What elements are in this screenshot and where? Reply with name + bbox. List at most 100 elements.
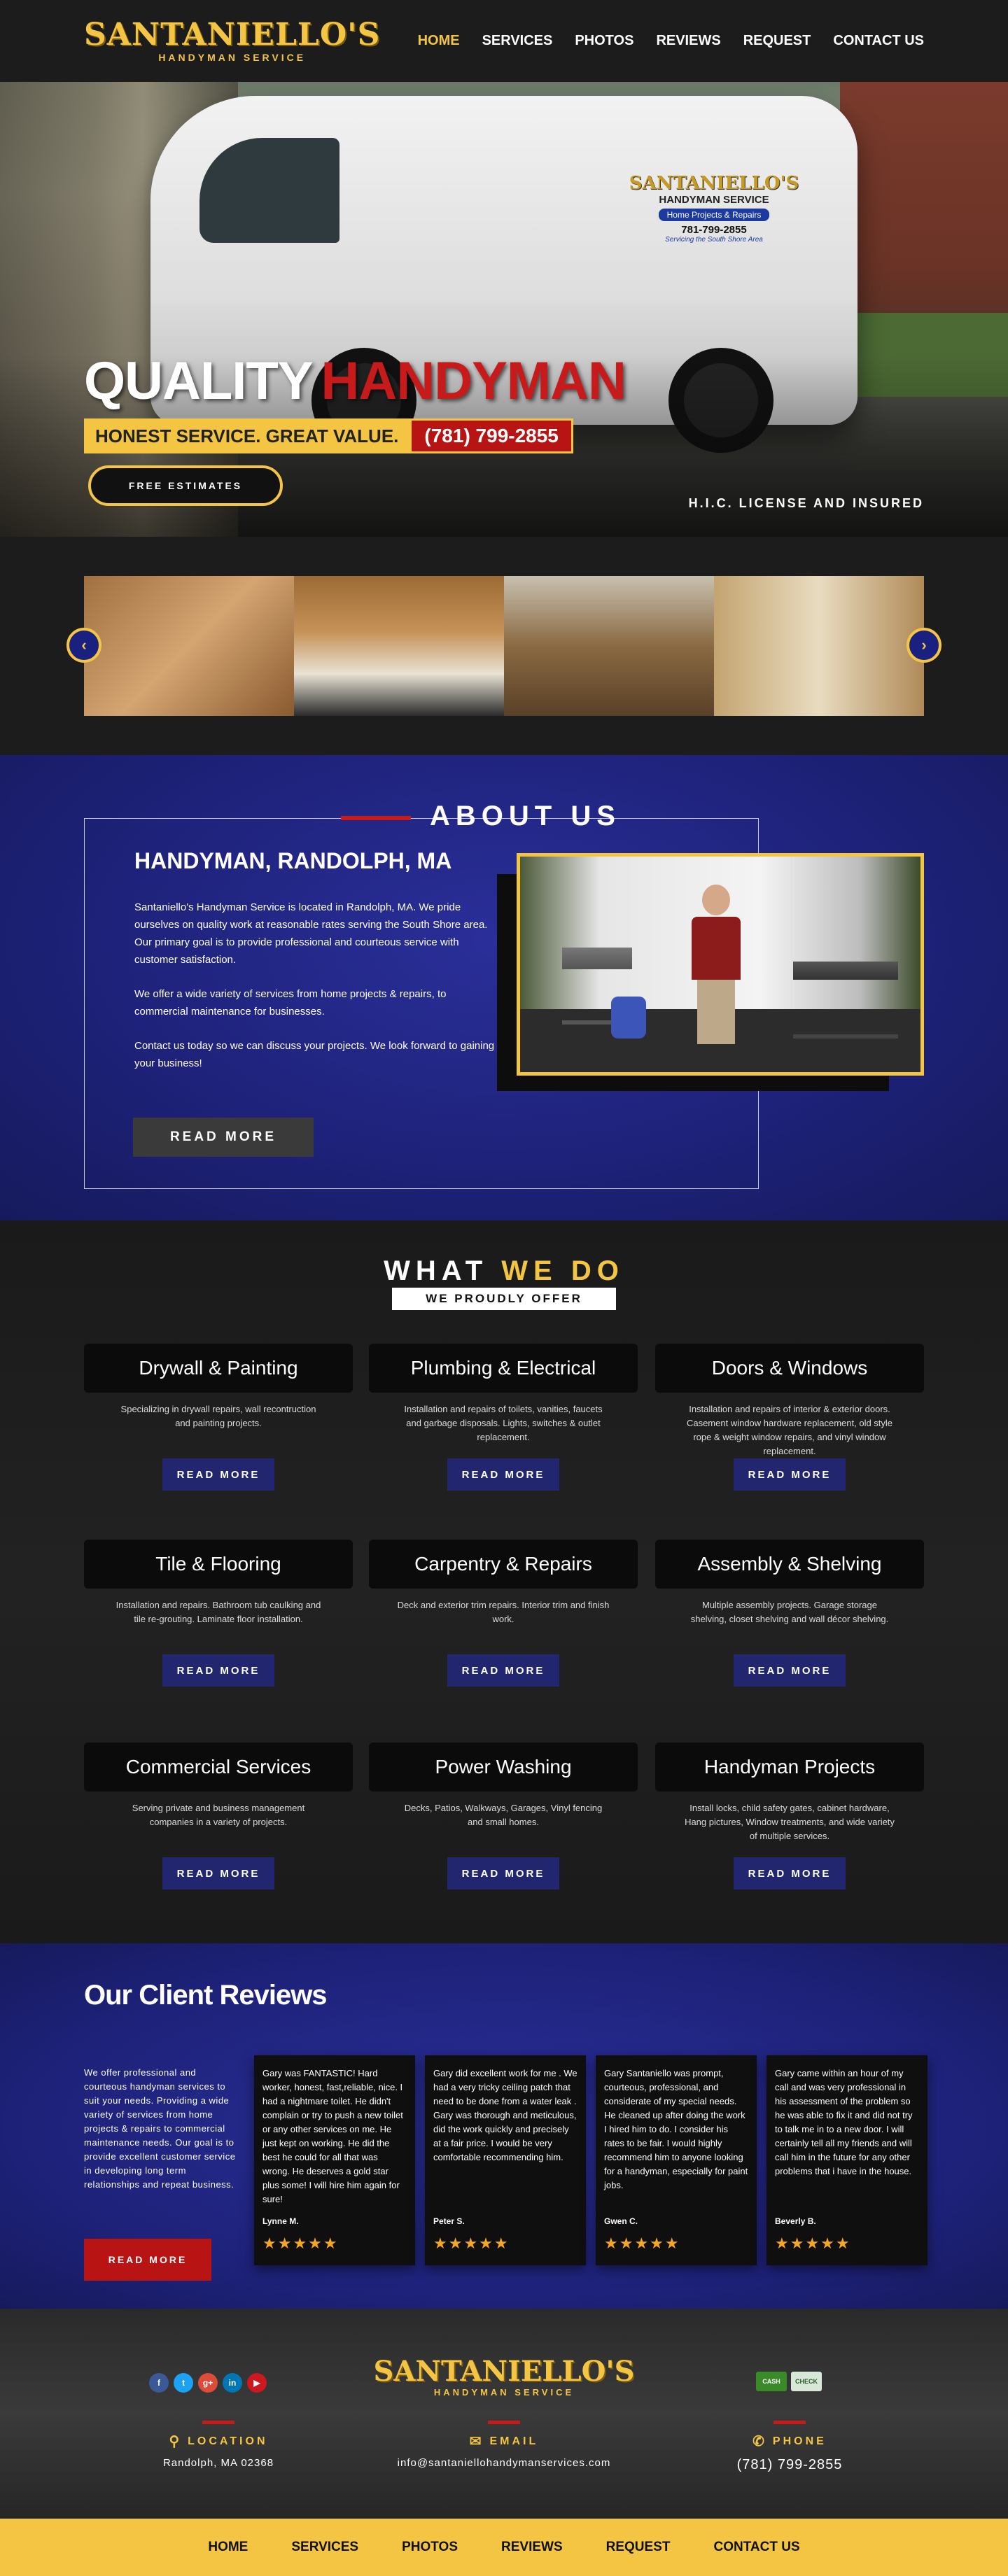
about-paragraph: Santaniello's Handyman Service is locate…: [134, 901, 488, 966]
footer-nav-services[interactable]: SERVICES: [291, 2540, 358, 2555]
hero-banner: SANTANIELLO'S HANDYMAN SERVICE Home Proj…: [0, 82, 1008, 537]
cash-icon: CASH: [756, 2372, 787, 2391]
email-label-text: EMAIL: [489, 2435, 539, 2447]
services-heading-yellow: WE DO: [501, 1255, 624, 1286]
service-card: Handyman Projects Install locks, child s…: [655, 1743, 924, 1910]
review-text: Gary did excellent work for me . We had …: [433, 2068, 578, 2162]
service-description: Decks, Patios, Walkways, Garages, Vinyl …: [404, 1803, 603, 1827]
free-estimates-button[interactable]: FREE ESTIMATES: [88, 465, 283, 506]
service-card: Plumbing & Electrical Installation and r…: [369, 1344, 638, 1512]
review-text: Gary came within an hour of my call and …: [775, 2068, 913, 2176]
service-title: Handyman Projects: [655, 1743, 924, 1792]
logo-name: SANTANIELLO'S: [84, 16, 381, 52]
footer-divider: [202, 2421, 234, 2424]
service-title: Doors & Windows: [655, 1344, 924, 1393]
nav-request[interactable]: REQUEST: [743, 33, 811, 49]
location-label: ⚲ LOCATION: [169, 2433, 267, 2450]
gallery-image[interactable]: [504, 576, 714, 716]
social-links: f t g+ in ▶: [149, 2373, 267, 2393]
footer-nav-home[interactable]: HOME: [208, 2540, 248, 2555]
service-card: Tile & Flooring Installation and repairs…: [84, 1540, 353, 1708]
gallery-image[interactable]: [714, 576, 924, 716]
service-read-more-button[interactable]: READ MORE: [162, 1857, 274, 1889]
about-subheading: HANDYMAN, RANDOLPH, MA: [134, 848, 452, 873]
footer-nav-contact-us[interactable]: CONTACT US: [713, 2540, 799, 2555]
about-text: Santaniello's Handyman Service is locate…: [134, 899, 498, 1089]
service-read-more-button[interactable]: READ MORE: [162, 1458, 274, 1491]
van-decal-phone: 781-799-2855: [681, 224, 747, 236]
service-title: Drywall & Painting: [84, 1344, 353, 1393]
about-read-more-button[interactable]: READ MORE: [133, 1118, 314, 1157]
hero-tagline: HONEST SERVICE. GREAT VALUE.: [95, 425, 399, 446]
google-plus-icon[interactable]: g+: [198, 2373, 218, 2393]
service-card: Power Washing Decks, Patios, Walkways, G…: [369, 1743, 638, 1910]
site-footer: f t g+ in ▶ SANTANIELLO'S HANDYMAN SERVI…: [0, 2309, 1008, 2519]
service-description: Installation and repairs of interior & e…: [686, 1404, 893, 1456]
footer-nav-request[interactable]: REQUEST: [606, 2540, 671, 2555]
linkedin-icon[interactable]: in: [223, 2373, 242, 2393]
facebook-icon[interactable]: f: [149, 2373, 169, 2393]
footer-logo-name: SANTANIELLO'S: [373, 2355, 635, 2388]
service-card: Commercial Services Serving private and …: [84, 1743, 353, 1910]
phone-link[interactable]: (781) 799-2855: [737, 2457, 843, 2473]
service-title: Tile & Flooring: [84, 1540, 353, 1589]
service-description: Installation and repairs of toilets, van…: [404, 1404, 603, 1442]
services-heading-white: WHAT: [384, 1255, 489, 1286]
service-title: Carpentry & Repairs: [369, 1540, 638, 1589]
about-paragraph: Contact us today so we can discuss your …: [134, 1040, 495, 1069]
photo-shop-vac: [611, 997, 646, 1039]
phone-label-text: PHONE: [772, 2435, 827, 2447]
footer-phone: ✆ PHONE (781) 799-2855: [678, 2421, 902, 2473]
service-description: Deck and exterior trim repairs. Interior…: [397, 1600, 610, 1624]
nav-contact-us[interactable]: CONTACT US: [833, 33, 924, 49]
nav-reviews[interactable]: REVIEWS: [656, 33, 720, 49]
service-read-more-button[interactable]: READ MORE: [162, 1654, 274, 1687]
service-title: Power Washing: [369, 1743, 638, 1792]
photo-gallery: ‹ ›: [0, 537, 1008, 755]
service-card: Assembly & Shelving Multiple assembly pr…: [655, 1540, 924, 1708]
van-decal: SANTANIELLO'S HANDYMAN SERVICE Home Proj…: [612, 173, 816, 278]
van-decal-sub: Home Projects & Repairs: [658, 209, 770, 221]
about-section: ABOUT US HANDYMAN, RANDOLPH, MA Santanie…: [0, 755, 1008, 1220]
service-read-more-button[interactable]: READ MORE: [447, 1654, 559, 1687]
youtube-icon[interactable]: ▶: [247, 2373, 267, 2393]
chevron-left-icon[interactable]: ‹: [66, 628, 102, 663]
review-card: Gary came within an hour of my call and …: [766, 2055, 927, 2265]
service-read-more-button[interactable]: READ MORE: [447, 1458, 559, 1491]
reviews-read-more-button[interactable]: READ MORE: [84, 2239, 211, 2281]
footer-email: ✉ EMAIL info@santaniellohandymanservices…: [392, 2421, 616, 2469]
site-logo[interactable]: SANTANIELLO'S HANDYMAN SERVICE: [84, 16, 381, 63]
service-card: Drywall & Painting Specializing in drywa…: [84, 1344, 353, 1512]
gallery-image[interactable]: [84, 576, 294, 716]
phone-icon: ✆: [752, 2434, 767, 2449]
nav-photos[interactable]: PHOTOS: [575, 33, 634, 49]
services-section: WHAT WE DO WE PROUDLY OFFER Drywall & Pa…: [0, 1220, 1008, 1943]
hero-phone[interactable]: (781) 799-2855: [410, 418, 573, 453]
envelope-icon: ✉: [469, 2434, 484, 2449]
review-author: Lynne M.: [262, 2216, 299, 2226]
nav-home[interactable]: HOME: [418, 33, 460, 49]
reviews-intro: We offer professional and courteous hand…: [84, 2067, 236, 2190]
about-heading: ABOUT US: [430, 801, 621, 831]
service-title: Assembly & Shelving: [655, 1540, 924, 1589]
email-link[interactable]: info@santaniellohandymanservices.com: [398, 2457, 611, 2469]
review-author: Peter S.: [433, 2216, 465, 2226]
services-heading: WHAT WE DO: [0, 1255, 1008, 1287]
service-read-more-button[interactable]: READ MORE: [734, 1458, 846, 1491]
nav-services[interactable]: SERVICES: [482, 33, 553, 49]
chevron-right-icon[interactable]: ›: [906, 628, 941, 663]
service-read-more-button[interactable]: READ MORE: [734, 1654, 846, 1687]
photo-handyman: [692, 885, 741, 1046]
review-card: Gary was FANTASTIC! Hard worker, honest,…: [254, 2055, 415, 2265]
service-read-more-button[interactable]: READ MORE: [447, 1857, 559, 1889]
gallery-image[interactable]: [294, 576, 504, 716]
twitter-icon[interactable]: t: [174, 2373, 193, 2393]
service-card: Doors & Windows Installation and repairs…: [655, 1344, 924, 1512]
service-read-more-button[interactable]: READ MORE: [734, 1857, 846, 1889]
footer-nav-photos[interactable]: PHOTOS: [402, 2540, 458, 2555]
review-text: Gary was FANTASTIC! Hard worker, honest,…: [262, 2068, 403, 2204]
review-card: Gary did excellent work for me . We had …: [425, 2055, 586, 2265]
footer-nav-reviews[interactable]: REVIEWS: [501, 2540, 563, 2555]
footer-divider: [488, 2421, 520, 2424]
footer-logo[interactable]: SANTANIELLO'S HANDYMAN SERVICE: [354, 2358, 654, 2398]
